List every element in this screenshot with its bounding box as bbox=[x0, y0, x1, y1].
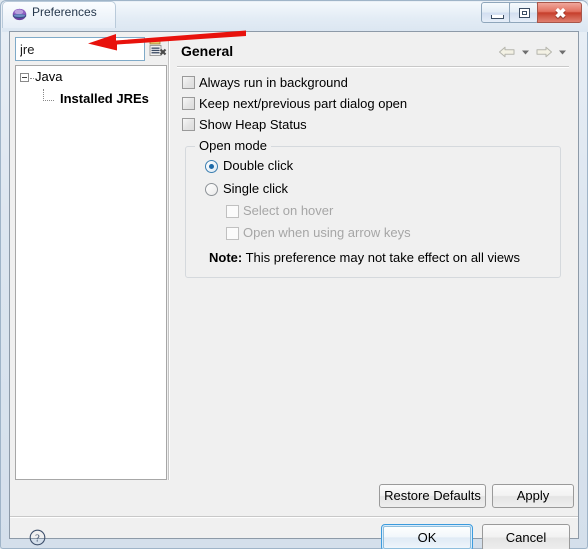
checkbox-box bbox=[226, 227, 239, 240]
checkbox-select-on-hover: Select on hover bbox=[197, 201, 547, 223]
tree-connector bbox=[43, 89, 54, 101]
radio-label: Single click bbox=[223, 181, 289, 196]
forward-arrow-icon[interactable] bbox=[534, 44, 554, 60]
page-body: Always run in background Keep next/previ… bbox=[173, 73, 573, 478]
checkbox-box[interactable] bbox=[182, 76, 195, 89]
eclipse-sphere-icon bbox=[12, 8, 27, 21]
tree-item-installed-jres[interactable]: Installed JREs bbox=[16, 89, 166, 111]
panel-divider-highlight bbox=[169, 37, 170, 480]
tree-item-label: Installed JREs bbox=[60, 91, 149, 106]
close-icon: ✖ bbox=[554, 5, 567, 21]
cancel-button[interactable]: Cancel bbox=[482, 524, 570, 549]
checkbox-label: Show Heap Status bbox=[199, 117, 307, 132]
open-mode-group-title: Open mode bbox=[195, 138, 271, 153]
ok-button-focus-ring: OK bbox=[381, 524, 473, 549]
checkbox-open-when-using-arrow-keys: Open when using arrow keys bbox=[197, 223, 547, 245]
checkbox-label: Always run in background bbox=[199, 75, 348, 90]
radio-double-click[interactable]: Double click bbox=[197, 155, 547, 178]
open-mode-options: Double click Single click Select on hove… bbox=[197, 155, 547, 265]
checkbox-label: Keep next/previous part dialog open bbox=[199, 96, 408, 111]
maximize-button[interactable] bbox=[509, 2, 538, 23]
checkbox-box[interactable] bbox=[182, 97, 195, 110]
window-title: Preferences bbox=[32, 5, 97, 19]
collapse-icon[interactable] bbox=[20, 73, 29, 82]
radio-label: Double click bbox=[223, 158, 294, 173]
checkbox-keep-part-dialog-open[interactable]: Keep next/previous part dialog open bbox=[173, 94, 573, 115]
preferences-tree[interactable]: Java Installed JREs bbox=[15, 65, 167, 480]
minimize-button[interactable] bbox=[481, 2, 510, 23]
radio-button[interactable] bbox=[205, 160, 218, 173]
close-button[interactable]: ✖ bbox=[537, 2, 582, 23]
checkbox-label: Select on hover bbox=[243, 203, 334, 218]
title-bar[interactable]: Preferences ✖ bbox=[0, 0, 588, 30]
help-question-icon[interactable]: ? bbox=[29, 529, 46, 546]
page-title: General bbox=[181, 43, 234, 59]
filter-search-area bbox=[15, 37, 145, 61]
radio-button[interactable] bbox=[205, 183, 218, 196]
preferences-dialog-screenshot: Preferences ✖ jre Java Installed JREs Ge… bbox=[0, 0, 588, 549]
tree-connector bbox=[30, 78, 34, 80]
note-text: This preference may not take effect on a… bbox=[245, 250, 520, 265]
forward-menu-chevron-down-icon[interactable] bbox=[556, 44, 569, 60]
checkbox-box bbox=[226, 205, 239, 218]
window-controls: ✖ bbox=[481, 2, 582, 23]
tree-item-label: Java bbox=[35, 69, 63, 84]
page-header-divider-highlight bbox=[177, 67, 569, 68]
apply-button[interactable]: Apply bbox=[492, 484, 574, 508]
checkbox-box[interactable] bbox=[182, 118, 195, 131]
maximize-icon bbox=[519, 8, 530, 18]
back-arrow-icon[interactable] bbox=[497, 44, 517, 60]
minimize-icon bbox=[491, 15, 504, 19]
restore-defaults-button[interactable]: Restore Defaults bbox=[379, 484, 486, 508]
open-mode-note: Note: This preference may not take effec… bbox=[197, 250, 547, 265]
dialog-client-area: Java Installed JREs General bbox=[9, 31, 579, 549]
page-navigation bbox=[497, 44, 569, 60]
checkbox-label: Open when using arrow keys bbox=[243, 225, 411, 240]
preference-page-general: General Always run in background Keep ne… bbox=[173, 37, 573, 480]
svg-text:?: ? bbox=[35, 533, 40, 544]
checkbox-show-heap-status[interactable]: Show Heap Status bbox=[173, 115, 573, 136]
search-input[interactable] bbox=[15, 37, 145, 61]
back-menu-chevron-down-icon[interactable] bbox=[519, 44, 532, 60]
ok-button[interactable]: OK bbox=[383, 526, 471, 549]
checkbox-always-run-in-background[interactable]: Always run in background bbox=[173, 73, 573, 94]
tree-item-java[interactable]: Java bbox=[16, 66, 166, 89]
radio-single-click[interactable]: Single click bbox=[197, 178, 547, 201]
footer-divider-highlight bbox=[10, 517, 578, 518]
note-label: Note: bbox=[209, 250, 243, 265]
clear-filter-icon[interactable] bbox=[149, 40, 167, 57]
